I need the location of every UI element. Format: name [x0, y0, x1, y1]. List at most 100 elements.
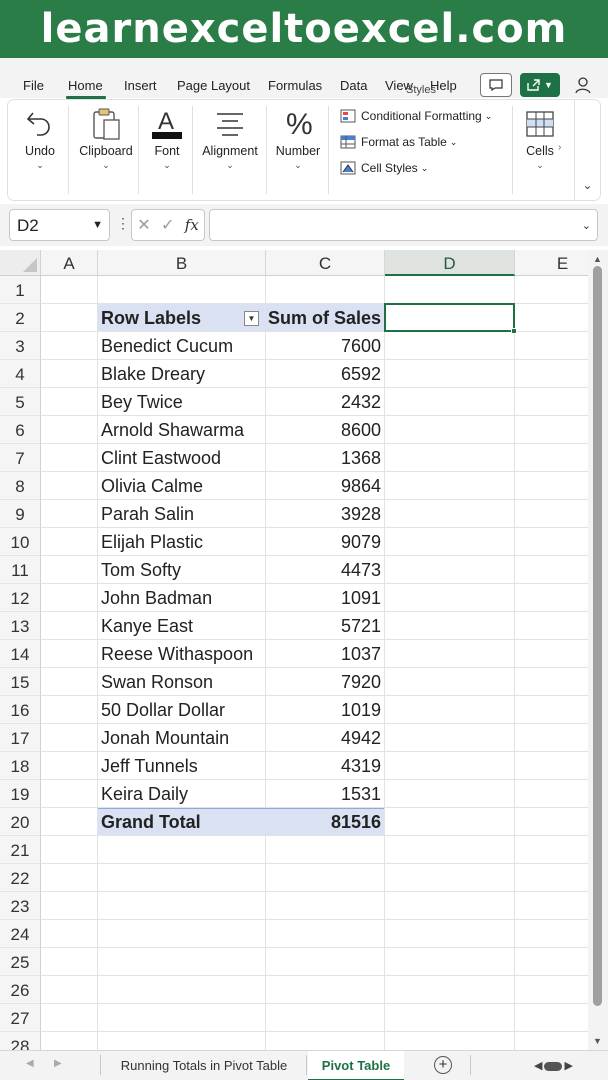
menu-data[interactable]: Data — [340, 78, 367, 93]
row-header-6[interactable]: 6 — [0, 416, 41, 444]
row-header-13[interactable]: 13 — [0, 612, 41, 640]
name-box[interactable]: D2 ▼ — [9, 209, 110, 241]
format-as-table-button[interactable]: Format as Table ⌄ — [340, 135, 457, 149]
conditional-formatting-button[interactable]: Conditional Formatting ⌄ — [340, 109, 492, 123]
row-header-12[interactable]: 12 — [0, 584, 41, 612]
row-header-19[interactable]: 19 — [0, 780, 41, 808]
pivot-row-value[interactable]: 7600 — [266, 332, 384, 360]
scroll-thumb[interactable] — [593, 266, 602, 1006]
pivot-row-value[interactable]: 5721 — [266, 612, 384, 640]
pivot-row-value[interactable]: 1368 — [266, 444, 384, 472]
row-header-28[interactable]: 28 — [0, 1032, 41, 1050]
row-header-22[interactable]: 22 — [0, 864, 41, 892]
pivot-row-value[interactable]: 3928 — [266, 500, 384, 528]
row-header-18[interactable]: 18 — [0, 752, 41, 780]
pivot-row-value[interactable]: 1037 — [266, 640, 384, 668]
column-header-d[interactable]: D — [385, 250, 515, 276]
share-button[interactable]: ▼ — [520, 73, 560, 97]
comments-button[interactable] — [480, 73, 512, 97]
row-header-16[interactable]: 16 — [0, 696, 41, 724]
pivot-row-label[interactable]: Olivia Calme — [101, 472, 203, 500]
row-header-5[interactable]: 5 — [0, 388, 41, 416]
menu-file[interactable]: File — [23, 78, 44, 93]
next-sheet-icon[interactable]: ▶ — [54, 1058, 62, 1069]
vertical-scrollbar[interactable]: ▲ ▼ — [588, 250, 608, 1050]
clipboard-group[interactable]: Clipboard ⌄ — [72, 100, 140, 200]
row-header-24[interactable]: 24 — [0, 920, 41, 948]
pivot-row-label[interactable]: Clint Eastwood — [101, 444, 221, 472]
row-header-26[interactable]: 26 — [0, 976, 41, 1004]
column-header-e[interactable]: E — [515, 250, 588, 276]
enter-icon[interactable]: ✓ — [161, 215, 174, 235]
chevron-down-icon[interactable]: ▼ — [92, 219, 103, 231]
row-header-8[interactable]: 8 — [0, 472, 41, 500]
menu-formulas[interactable]: Formulas — [268, 78, 322, 93]
row-header-25[interactable]: 25 — [0, 948, 41, 976]
column-header-c[interactable]: C — [266, 250, 385, 276]
pivot-row-value[interactable]: 9864 — [266, 472, 384, 500]
row-header-21[interactable]: 21 — [0, 836, 41, 864]
account-button[interactable] — [572, 73, 596, 97]
row-header-3[interactable]: 3 — [0, 332, 41, 360]
row-header-7[interactable]: 7 — [0, 444, 41, 472]
row-header-20[interactable]: 20 — [0, 808, 41, 836]
pivot-row-label[interactable]: John Badman — [101, 584, 212, 612]
pivot-row-label[interactable]: Reese Withaspoon — [101, 640, 253, 668]
add-sheet-button[interactable]: + — [434, 1056, 452, 1074]
pivot-grand-total-value[interactable]: 81516 — [266, 808, 384, 836]
cell-styles-button[interactable]: Cell Styles ⌄ — [340, 161, 428, 175]
pivot-row-label[interactable]: Parah Salin — [101, 500, 194, 528]
pivot-header-row-labels[interactable]: Row Labels — [101, 304, 201, 332]
horizontal-scrollbar[interactable]: ◀ ▶ — [534, 1059, 573, 1072]
cancel-icon[interactable]: ✕ — [137, 215, 150, 235]
pivot-row-value[interactable]: 4942 — [266, 724, 384, 752]
pivot-row-label[interactable]: Arnold Shawarma — [101, 416, 244, 444]
pivot-row-label[interactable]: Kanye East — [101, 612, 193, 640]
scroll-down-icon[interactable]: ▼ — [593, 1036, 602, 1046]
row-header-27[interactable]: 27 — [0, 1004, 41, 1032]
pivot-row-value[interactable]: 1531 — [266, 780, 384, 808]
pivot-row-value[interactable]: 4319 — [266, 752, 384, 780]
prev-sheet-icon[interactable]: ◀ — [26, 1058, 34, 1069]
scroll-right-icon[interactable]: ▶ — [564, 1060, 572, 1072]
scroll-up-icon[interactable]: ▲ — [593, 254, 602, 264]
pivot-row-label[interactable]: Jonah Mountain — [101, 724, 229, 752]
scroll-left-icon[interactable]: ◀ — [534, 1060, 542, 1072]
pivot-row-label[interactable]: Elijah Plastic — [101, 528, 203, 556]
pivot-header-sum-of-sales[interactable]: Sum of Sales — [266, 304, 384, 332]
pivot-row-value[interactable]: 8600 — [266, 416, 384, 444]
scroll-thumb[interactable] — [544, 1061, 563, 1071]
pivot-row-label[interactable]: Jeff Tunnels — [101, 752, 198, 780]
selected-cell[interactable] — [384, 303, 515, 332]
menu-insert[interactable]: Insert — [124, 78, 157, 93]
fill-handle[interactable] — [511, 328, 517, 334]
row-header-2[interactable]: 2 — [0, 304, 41, 332]
formula-input[interactable]: ⌄ — [209, 209, 598, 241]
pivot-row-value[interactable]: 4473 — [266, 556, 384, 584]
pivot-row-label[interactable]: 50 Dollar Dollar — [101, 696, 225, 724]
font-group[interactable]: A Font ⌄ — [142, 100, 192, 200]
pivot-grand-total-label[interactable]: Grand Total — [101, 808, 201, 836]
row-header-10[interactable]: 10 — [0, 528, 41, 556]
menu-home[interactable]: Home — [68, 78, 103, 93]
pivot-row-label[interactable]: Tom Softy — [101, 556, 181, 584]
pivot-row-value[interactable]: 7920 — [266, 668, 384, 696]
pivot-row-value[interactable]: 1091 — [266, 584, 384, 612]
filter-dropdown-button[interactable]: ▼ — [244, 311, 259, 326]
pivot-row-value[interactable]: 1019 — [266, 696, 384, 724]
row-header-11[interactable]: 11 — [0, 556, 41, 584]
alignment-group[interactable]: Alignment ⌄ — [196, 100, 264, 200]
column-header-b[interactable]: B — [98, 250, 266, 276]
row-header-4[interactable]: 4 — [0, 360, 41, 388]
row-header-9[interactable]: 9 — [0, 500, 41, 528]
pivot-row-label[interactable]: Keira Daily — [101, 780, 188, 808]
ribbon-expand-button[interactable]: ⌄ — [574, 100, 600, 200]
row-header-15[interactable]: 15 — [0, 668, 41, 696]
pivot-row-label[interactable]: Bey Twice — [101, 388, 183, 416]
pivot-row-label[interactable]: Benedict Cucum — [101, 332, 233, 360]
cells-group[interactable]: Cells ⌄ — [516, 100, 564, 200]
sheet-tab-pivot-table[interactable]: Pivot Table — [308, 1051, 404, 1080]
select-all-corner[interactable] — [0, 250, 41, 276]
ribbon-scroll-right-icon[interactable]: › — [558, 142, 561, 153]
insert-function-button[interactable]: fx — [185, 216, 199, 234]
